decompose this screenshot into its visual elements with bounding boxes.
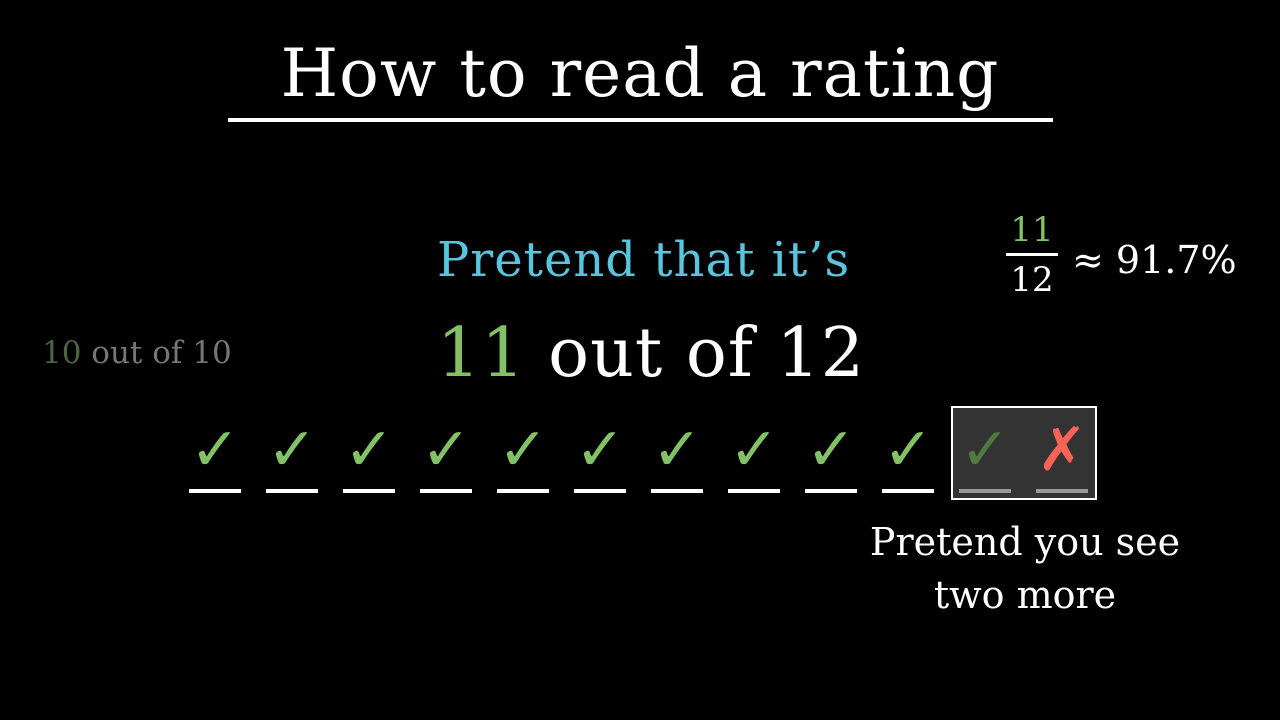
review-slot: ✓ [265, 414, 319, 504]
check-mark-icon: ✓ [343, 415, 395, 485]
check-mark-icon: ✓ [805, 415, 857, 485]
slot-underline [343, 489, 395, 493]
original-score: 10 out of 10 [42, 334, 232, 372]
slot-underline [1036, 489, 1088, 493]
review-slot: ✓ [650, 414, 704, 504]
adjusted-positive-count: 11 [437, 314, 526, 393]
review-slot-extra: ✗ [1035, 414, 1089, 504]
slot-underline [574, 489, 626, 493]
slot-underline [882, 489, 934, 493]
title-underline [228, 118, 1053, 122]
original-score-rest: out of 10 [81, 335, 232, 371]
approx-percentage: ≈ 91.7% [1072, 238, 1237, 282]
review-marks-row: ✓ ✓ ✓ ✓ ✓ ✓ ✓ ✓ ✓ ✓ ✓ ✗ [188, 414, 1103, 504]
check-mark-icon: ✓ [651, 415, 703, 485]
review-slot-extra: ✓ [958, 414, 1012, 504]
check-mark-icon: ✓ [574, 415, 626, 485]
check-mark-icon: ✓ [882, 415, 934, 485]
slot-underline [728, 489, 780, 493]
review-slot: ✓ [573, 414, 627, 504]
review-slot: ✓ [419, 414, 473, 504]
adjusted-score-rest: out of 12 [525, 314, 866, 393]
check-mark-icon: ✓ [266, 415, 318, 485]
cross-mark-icon: ✗ [1036, 415, 1088, 485]
caption-line-1: Pretend you see [869, 520, 1181, 564]
title: How to read a rating [280, 35, 1000, 112]
slot-underline [805, 489, 857, 493]
slot-underline [959, 489, 1011, 493]
fraction: 11 12 [1006, 209, 1058, 301]
check-mark-icon: ✓ [420, 415, 472, 485]
pretend-text: Pretend that it’s [437, 232, 851, 288]
review-slot: ✓ [881, 414, 935, 504]
review-slot: ✓ [188, 414, 242, 504]
review-slot: ✓ [804, 414, 858, 504]
slot-underline [266, 489, 318, 493]
review-slot: ✓ [727, 414, 781, 504]
check-mark-icon: ✓ [728, 415, 780, 485]
fraction-denominator: 12 [1010, 260, 1054, 300]
check-mark-icon: ✓ [189, 415, 241, 485]
caption: Pretend you see two more [860, 516, 1190, 622]
fraction-bar [1006, 253, 1058, 256]
original-positive-count: 10 [42, 335, 82, 371]
fraction-numerator: 11 [1010, 210, 1054, 250]
review-slot: ✓ [342, 414, 396, 504]
check-mark-icon: ✓ [959, 415, 1011, 485]
adjusted-score: 11 out of 12 [437, 316, 865, 392]
slot-underline [420, 489, 472, 493]
review-slot: ✓ [496, 414, 550, 504]
slot-underline [497, 489, 549, 493]
slot-underline [189, 489, 241, 493]
check-mark-icon: ✓ [497, 415, 549, 485]
caption-line-2: two more [933, 573, 1117, 617]
slot-underline [651, 489, 703, 493]
